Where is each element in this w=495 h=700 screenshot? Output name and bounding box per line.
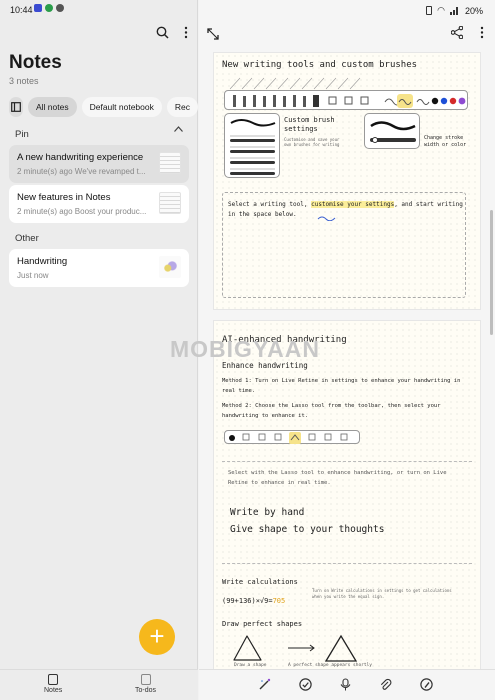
chip-all-notes[interactable]: All notes <box>27 97 77 117</box>
status-right: ◠ 20% <box>426 5 483 16</box>
note-title: New features in Notes <box>17 192 111 203</box>
status-bar: 10:44 ◠ 20% <box>0 0 495 20</box>
draw-shapes-title: Draw perfect shapes <box>222 620 303 628</box>
method-1: Method 1: Turn on Live Retine in setting… <box>222 378 461 394</box>
magic-pen-icon[interactable] <box>258 678 271 691</box>
section-pin: Pin <box>15 129 29 140</box>
app: 10:44 ◠ 20% Notes 3 notes All notes Defa… <box>0 0 495 700</box>
note-thumbnail <box>159 152 181 174</box>
notebook-filter-chips: All notes Default notebook Rec <box>9 97 198 117</box>
notes-list-panel: Notes 3 notes All notes Default notebook… <box>0 0 198 700</box>
note-thumbnail <box>159 256 181 278</box>
more-options-icon[interactable] <box>479 26 485 39</box>
calculation-result: 705 <box>272 597 286 605</box>
attachment-icon[interactable] <box>379 678 392 691</box>
status-notification-icons <box>34 4 64 12</box>
editor-header <box>199 26 495 46</box>
status-time: 10:44 <box>10 5 33 15</box>
nav-todos[interactable]: To-dos <box>135 674 156 694</box>
note-subtitle: 2 minute(s) ago Boost your produc... <box>17 207 147 216</box>
divider <box>222 563 472 564</box>
expand-icon[interactable] <box>207 28 219 40</box>
list-header-actions <box>156 26 189 39</box>
sidebar-icon <box>11 102 21 112</box>
nav-notes[interactable]: Notes <box>44 674 62 694</box>
brush-toolbar-graphic <box>233 94 466 108</box>
stroke-width-illustration <box>364 113 420 149</box>
lasso-toolbar-graphic <box>229 432 348 444</box>
lasso-toolbar-illustration <box>224 430 360 444</box>
note-card[interactable]: A new handwriting experience 2 minute(s)… <box>9 145 189 183</box>
writing-prompt: Select a writing tool, customise your se… <box>228 200 464 220</box>
new-note-button[interactable]: + <box>139 619 175 655</box>
stroke-width-graphic <box>370 121 416 143</box>
editor-toolbar <box>199 669 495 700</box>
search-icon[interactable] <box>156 26 169 39</box>
give-shape-text: Give shape to your thoughts <box>230 524 385 535</box>
shapes-graphic <box>233 634 358 662</box>
perfect-shape-label: A perfect shape appears shortly <box>288 663 372 668</box>
calculation-note: Turn on Write calculations in settings t… <box>312 588 452 599</box>
note-subtitle: Just now <box>17 271 49 280</box>
vibrate-icon <box>426 6 433 15</box>
checkbox-icon <box>140 674 151 685</box>
page-title: Notes <box>9 52 62 73</box>
prompt-part-a: Select a writing tool, <box>228 201 312 208</box>
nav-todos-label: To-dos <box>135 687 157 694</box>
pen-icon[interactable] <box>420 678 433 691</box>
brush-labels-graphic <box>229 77 361 90</box>
calculation: (99+136)×√9=705 <box>222 597 285 605</box>
settings-gear-icon <box>56 4 64 12</box>
chip-recent[interactable]: Rec <box>166 97 198 117</box>
sidebar-toggle-button[interactable] <box>9 97 23 117</box>
watermark: MOBIGYAAN <box>170 336 320 362</box>
chevron-up-icon[interactable] <box>174 126 183 132</box>
voice-text-icon[interactable] <box>339 678 352 691</box>
note-card[interactable]: New features in Notes 2 minute(s) ago Bo… <box>9 185 189 223</box>
draw-a-shape-label: Draw a shape <box>234 663 267 668</box>
prompt-highlight: customise your settings <box>311 201 395 208</box>
section-other: Other <box>15 233 39 244</box>
note-subtitle: 2 minute(s) ago We've revamped t... <box>17 167 146 176</box>
notes-count: 3 notes <box>9 76 39 86</box>
note-card[interactable]: Handwriting Just now <box>9 249 189 287</box>
notes-icon <box>48 674 59 685</box>
blue-squiggle-graphic <box>317 216 336 221</box>
battery-level: 20% <box>464 5 483 16</box>
more-options-icon[interactable] <box>183 26 189 39</box>
brush-settings-illustration <box>224 113 280 178</box>
write-by-hand-text: Write by hand <box>230 507 305 518</box>
custom-brush-subtitle: Customise and save your own brushes for … <box>284 137 340 147</box>
method-2: Method 2: Choose the Lasso tool from the… <box>222 403 441 419</box>
custom-brush-title: Custom brush settings <box>284 116 335 133</box>
write-calculations-title: Write calculations <box>222 578 298 586</box>
share-icon[interactable] <box>451 26 463 39</box>
bottom-nav: Notes To-dos <box>0 669 198 700</box>
note-page-1[interactable]: New writing tools and custom brushes Cus… <box>213 52 481 310</box>
wifi-icon: ◠ <box>437 5 445 15</box>
brush-settings-graphic <box>230 119 276 175</box>
note-title: A new handwriting experience <box>17 152 144 163</box>
chip-default-notebook[interactable]: Default notebook <box>81 97 162 117</box>
app-notification-icon <box>34 4 42 12</box>
lasso-note: Select with the Lasso tool to enhance ha… <box>228 470 447 486</box>
change-stroke-note: Change stroke width or color <box>424 135 467 148</box>
shield-icon <box>45 4 53 12</box>
calculation-expression: (99+136)×√9= <box>222 597 273 605</box>
signal-icon <box>449 6 460 15</box>
scrollbar[interactable] <box>490 210 493 335</box>
divider <box>222 461 472 462</box>
nav-notes-label: Notes <box>44 687 63 694</box>
editor-header-actions <box>451 26 485 39</box>
note-title: Handwriting <box>17 256 68 267</box>
brush-toolbar-illustration <box>224 90 468 110</box>
note-thumbnail <box>159 192 181 214</box>
p1-heading: New writing tools and custom brushes <box>222 60 418 70</box>
checklist-icon[interactable] <box>299 678 312 691</box>
note-page-2[interactable]: AI-enhanced handwriting Enhance handwrit… <box>213 320 481 669</box>
